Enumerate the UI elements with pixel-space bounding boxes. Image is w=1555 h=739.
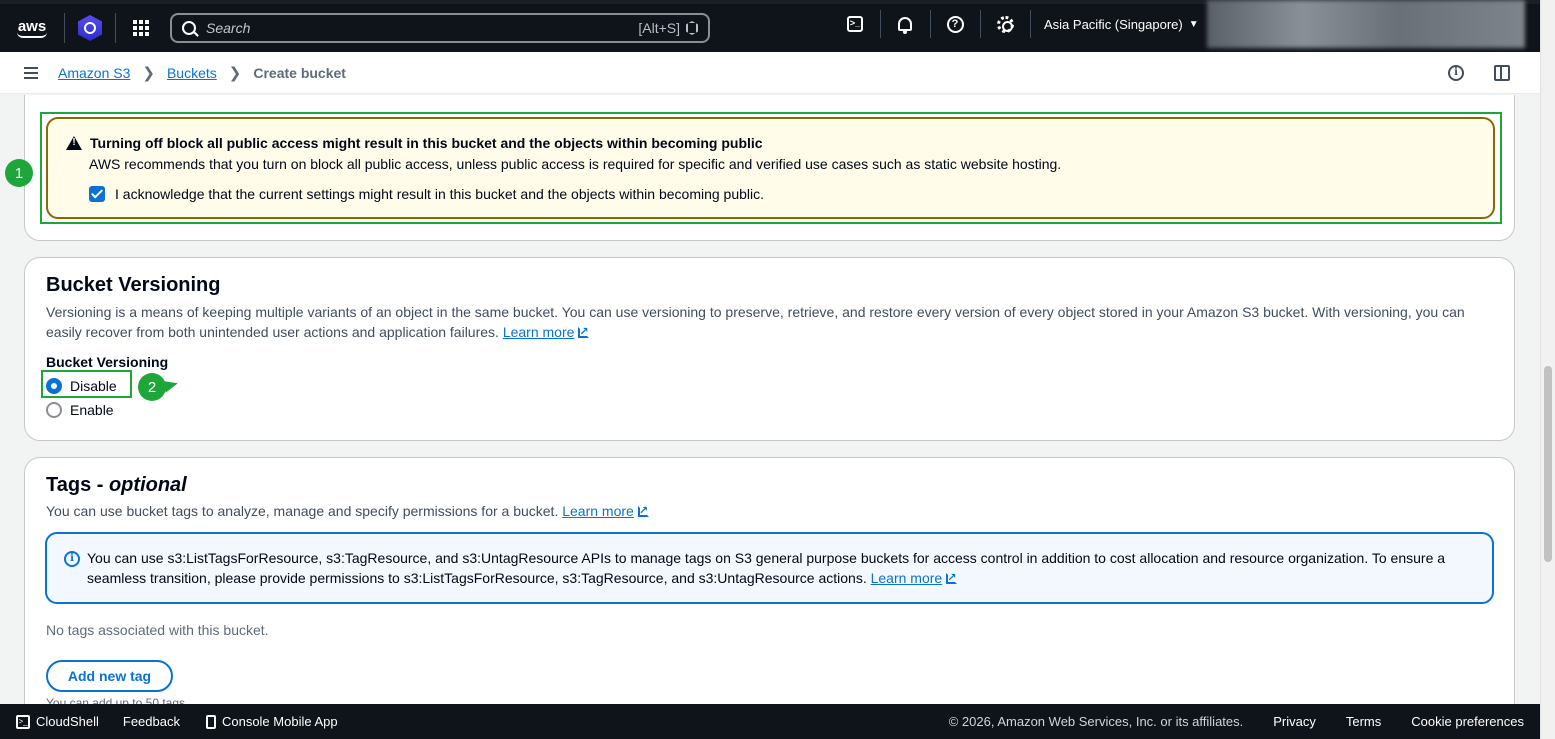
notifications-button[interactable] (880, 0, 930, 48)
nav-utility-icons: >_ ? (830, 0, 1030, 48)
tags-info-learn-more-link[interactable]: Learn more (871, 570, 943, 586)
annotation-highlight-2 (41, 370, 132, 398)
bell-icon (898, 17, 912, 34)
account-menu-blurred[interactable] (1207, 0, 1525, 48)
tags-info-text: You can use s3:ListTagsForResource, s3:T… (87, 550, 1446, 586)
breadcrumb-bar: Amazon S3 ❯ Buckets ❯ Create bucket i (0, 52, 1540, 94)
chevron-right-icon: ❯ (142, 64, 155, 82)
aws-smile-icon (17, 32, 47, 38)
cloudshell-icon: >_ (16, 714, 30, 729)
versioning-description: Versioning is a means of keeping multipl… (46, 302, 1496, 342)
breadcrumb-current: Create bucket (253, 64, 346, 81)
breadcrumb-amazon-s3[interactable]: Amazon S3 (58, 65, 130, 81)
mobile-phone-icon (205, 714, 216, 729)
region-label: Asia Pacific (Singapore) (1044, 16, 1183, 32)
gear-icon (996, 15, 1014, 33)
hamburger-menu-icon[interactable] (24, 66, 38, 79)
tags-description: You can use bucket tags to analyze, mana… (46, 501, 1496, 521)
search-shortcut: [Alt+S] (638, 20, 698, 36)
tags-title: Tags - optional (46, 474, 187, 496)
amazon-q-icon (78, 15, 102, 41)
add-new-tag-button[interactable]: Add new tag (46, 660, 173, 692)
tags-title-optional: optional (108, 474, 187, 496)
radio-enable-label[interactable]: Enable (70, 402, 114, 418)
no-tags-text: No tags associated with this bucket. (46, 622, 269, 638)
footer-feedback-label[interactable]: Feedback (123, 714, 180, 729)
tags-card: Tags - optional You can use bucket tags … (24, 457, 1515, 704)
tags-learn-more-link[interactable]: Learn more (562, 503, 634, 519)
page-scrollbar[interactable] (1540, 0, 1555, 739)
external-link-icon (637, 501, 649, 521)
info-icon: i (64, 551, 80, 567)
bucket-versioning-card: Bucket Versioning Versioning is a means … (24, 257, 1515, 441)
aws-logo[interactable]: aws (0, 2, 64, 54)
breadcrumb-buckets[interactable]: Buckets (167, 65, 217, 81)
footer-mobile-app-label[interactable]: Console Mobile App (222, 714, 338, 729)
amazon-q-button[interactable] (65, 2, 115, 54)
breadcrumb-tools: i (1448, 52, 1510, 94)
amazon-q-small-icon (686, 21, 698, 35)
warning-body: AWS recommends that you turn on block al… (89, 156, 1062, 172)
info-icon[interactable]: i (1448, 65, 1464, 81)
main-content: Turning off block all public access migh… (0, 95, 1540, 704)
acknowledge-label[interactable]: I acknowledge that the current settings … (115, 186, 764, 202)
versioning-title: Bucket Versioning (46, 274, 221, 296)
services-menu-button[interactable] (116, 2, 166, 54)
footer-cookie-preferences-link[interactable]: Cookie preferences (1411, 714, 1524, 729)
footer-feedback[interactable]: Feedback (123, 714, 180, 729)
footer-copyright: © 2026, Amazon Web Services, Inc. or its… (948, 714, 1244, 729)
footer-terms-link[interactable]: Terms (1346, 714, 1381, 729)
annotation-badge-2: 2 (138, 373, 166, 401)
help-icon: ? (946, 15, 964, 33)
public-access-warning: Turning off block all public access migh… (46, 117, 1495, 219)
scrollbar-thumb[interactable] (1544, 366, 1552, 562)
search-placeholder: Search (206, 20, 251, 36)
chevron-right-icon: ❯ (228, 64, 242, 82)
cloudshell-button[interactable]: >_ (830, 0, 880, 48)
external-link-icon (578, 322, 590, 342)
annotation-badge-1: 1 (5, 159, 33, 187)
search-icon (182, 21, 196, 35)
acknowledge-row[interactable]: I acknowledge that the current settings … (89, 186, 1473, 202)
console-footer: >_ CloudShell Feedback Console Mobile Ap… (0, 704, 1540, 739)
radio-enable[interactable]: Enable (46, 402, 114, 418)
tags-limit-hint: You can add up to 50 tags. (46, 696, 189, 704)
radio-enable-button[interactable] (46, 402, 62, 418)
versioning-field-label: Bucket Versioning (46, 354, 169, 370)
cloudshell-icon: >_ (847, 16, 863, 32)
warning-title: Turning off block all public access migh… (90, 135, 763, 151)
footer-mobile-app[interactable]: Console Mobile App (205, 714, 338, 729)
grid-icon (133, 20, 149, 36)
tags-info-alert: i You can use s3:ListTagsForResource, s3… (45, 532, 1494, 604)
region-selector[interactable]: Asia Pacific (Singapore) ▼ (1030, 0, 1199, 48)
side-panel-icon[interactable] (1494, 65, 1510, 81)
external-link-icon (946, 568, 958, 588)
footer-privacy-link[interactable]: Privacy (1273, 714, 1316, 729)
settings-button[interactable] (980, 0, 1030, 48)
help-button[interactable]: ? (930, 0, 980, 48)
search-input[interactable]: Search [Alt+S] (170, 13, 710, 43)
caret-down-icon: ▼ (1188, 18, 1199, 30)
acknowledge-checkbox[interactable] (89, 186, 105, 202)
warning-icon (66, 136, 82, 150)
footer-cloudshell[interactable]: >_ CloudShell (16, 714, 99, 729)
footer-right: © 2026, Amazon Web Services, Inc. or its… (949, 704, 1524, 739)
versioning-learn-more-link[interactable]: Learn more (503, 324, 575, 340)
footer-cloudshell-label[interactable]: CloudShell (36, 714, 99, 729)
